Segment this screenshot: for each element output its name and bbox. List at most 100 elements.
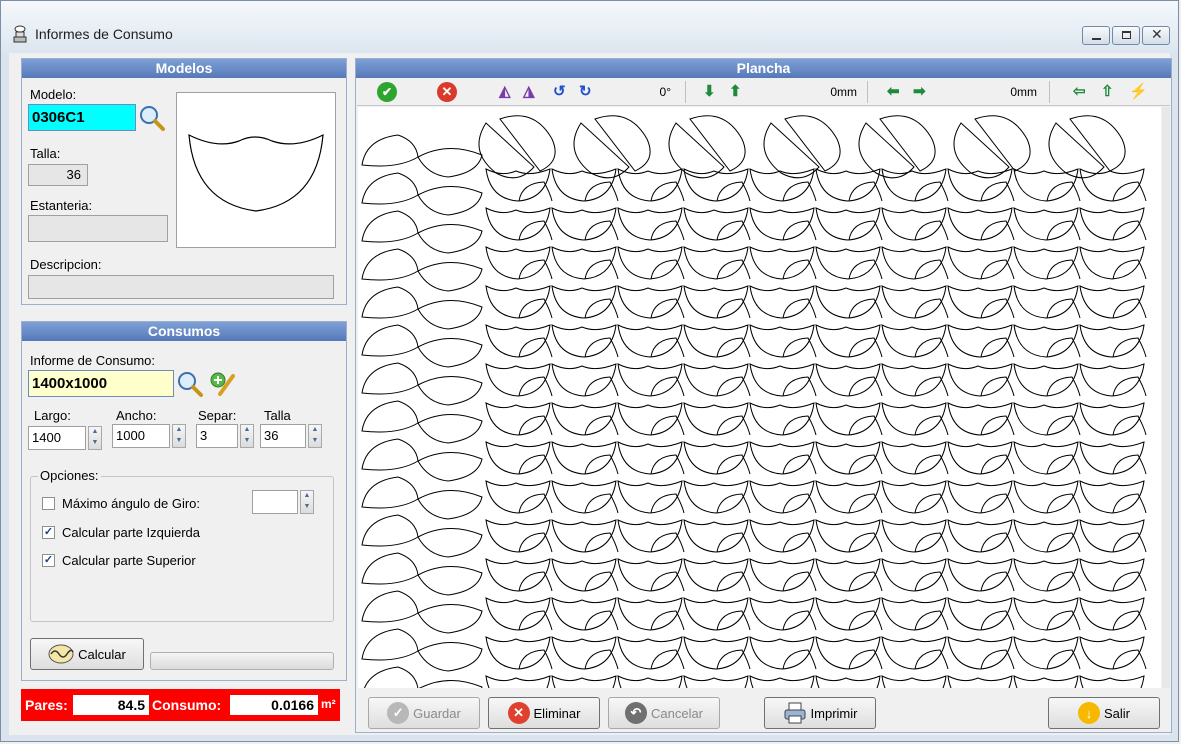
nest-piece xyxy=(914,415,949,436)
nest-piece xyxy=(881,636,947,670)
angle-input[interactable] xyxy=(252,490,298,514)
nest-piece xyxy=(815,675,881,688)
guardar-button[interactable]: ✓ Guardar xyxy=(368,697,480,729)
nest-piece xyxy=(551,558,617,592)
nesting-canvas[interactable] xyxy=(358,107,1161,688)
move-up-fast-icon[interactable]: ⇧ xyxy=(1101,82,1114,102)
nest-piece xyxy=(716,337,751,358)
spin-up-icon: ▲ xyxy=(311,426,319,433)
nest-piece xyxy=(1079,285,1145,319)
nest-piece xyxy=(417,641,483,672)
nest-piece xyxy=(1079,207,1145,241)
imprimir-button[interactable]: Imprimir xyxy=(764,697,876,729)
optimize-lightning-icon[interactable]: ⚡ xyxy=(1129,82,1148,102)
rotate-cw-icon[interactable]: ↻ xyxy=(579,82,592,102)
nest-piece xyxy=(418,679,483,688)
nest-piece xyxy=(815,207,881,241)
edit-add-icon[interactable] xyxy=(208,370,236,398)
nest-piece xyxy=(1079,597,1145,631)
calc-superior-checkbox[interactable]: ✓ xyxy=(42,554,55,567)
nest-piece xyxy=(551,519,617,553)
canvas-scrollbar[interactable] xyxy=(1162,107,1170,688)
talla-field: 36 xyxy=(28,164,88,186)
nest-piece xyxy=(716,220,751,241)
nest-piece xyxy=(650,259,685,280)
nest-piece xyxy=(763,122,820,179)
nest-piece xyxy=(551,363,617,397)
nest-piece xyxy=(716,610,751,631)
angle-spinner[interactable]: ▲ ▼ xyxy=(300,490,314,514)
nest-piece xyxy=(518,220,553,241)
move-left-fast-icon[interactable]: ⇦ xyxy=(1073,82,1086,102)
nest-piece xyxy=(848,220,883,241)
flip-horizontal-icon[interactable]: ◭ xyxy=(499,82,511,102)
nest-piece xyxy=(848,571,883,592)
eliminar-button[interactable]: ✕ Eliminar xyxy=(488,697,600,729)
nest-piece xyxy=(749,246,815,280)
nest-piece xyxy=(1046,454,1081,475)
calc-izquierda-checkbox[interactable]: ✓ xyxy=(42,526,55,539)
nest-piece xyxy=(1079,168,1145,202)
largo-spinner[interactable]: ▲ ▼ xyxy=(88,426,102,450)
search-icon[interactable] xyxy=(138,104,166,132)
talla-spinner[interactable]: ▲ ▼ xyxy=(308,424,322,448)
largo-input[interactable]: 1400 xyxy=(28,426,86,450)
nest-piece xyxy=(848,376,883,397)
informe-field[interactable]: 1400x1000 xyxy=(28,370,174,397)
calc-superior-label: Calcular parte Superior xyxy=(62,553,196,568)
nest-piece xyxy=(815,246,881,280)
rotate-ccw-icon[interactable]: ↺ xyxy=(553,82,566,102)
ancho-spinner[interactable]: ▲ ▼ xyxy=(172,424,186,448)
nest-piece xyxy=(417,299,483,330)
nest-piece xyxy=(584,181,619,202)
maximize-button[interactable] xyxy=(1112,26,1140,45)
nest-piece xyxy=(1079,363,1145,397)
nest-piece xyxy=(815,597,881,631)
nest-piece xyxy=(573,122,630,179)
window-controls: ✕ xyxy=(1082,26,1170,45)
nest-piece xyxy=(1112,493,1147,514)
nest-piece xyxy=(1013,480,1079,514)
ancho-label: Ancho: xyxy=(116,408,157,423)
window-title: Informes de Consumo xyxy=(35,26,173,42)
nest-piece xyxy=(980,532,1015,553)
nest-piece xyxy=(716,532,751,553)
flip-vertical-icon[interactable]: ◮ xyxy=(523,82,535,102)
ancho-input[interactable]: 1000 xyxy=(112,424,170,448)
nest-piece xyxy=(848,259,883,280)
talla-input[interactable]: 36 xyxy=(260,424,306,448)
max-angle-checkbox[interactable] xyxy=(42,497,55,510)
separ-input[interactable]: 3 xyxy=(196,424,238,448)
nest-piece xyxy=(782,220,817,241)
nest-piece xyxy=(650,337,685,358)
printer-icon xyxy=(784,702,806,724)
delete-icon[interactable]: ✕ xyxy=(437,82,457,102)
accept-icon[interactable]: ✔ xyxy=(377,82,397,102)
modelo-field[interactable]: 0306C1 xyxy=(28,104,136,131)
nest-piece xyxy=(848,532,883,553)
salir-button[interactable]: ↓ Salir xyxy=(1048,697,1160,729)
nest-piece xyxy=(650,571,685,592)
calcular-button[interactable]: Calcular xyxy=(30,638,144,670)
close-icon: ✕ xyxy=(1151,26,1163,42)
minimize-button[interactable] xyxy=(1082,26,1110,45)
nest-piece xyxy=(361,362,419,395)
nest-piece xyxy=(815,480,881,514)
move-right-icon[interactable]: ➡ xyxy=(913,82,926,102)
separ-label: Separ: xyxy=(198,408,237,423)
nest-piece xyxy=(485,597,551,631)
search-icon[interactable] xyxy=(176,370,204,398)
move-left-icon[interactable]: ⬅ xyxy=(887,82,900,102)
nest-piece xyxy=(980,181,1015,202)
move-up-icon[interactable]: ⬆ xyxy=(729,82,742,102)
nest-piece xyxy=(485,246,551,280)
nest-piece xyxy=(551,597,617,631)
cancelar-button[interactable]: ↶ Cancelar xyxy=(608,697,720,729)
close-button[interactable]: ✕ xyxy=(1142,26,1170,45)
spin-down-icon: ▼ xyxy=(91,439,99,446)
nest-piece xyxy=(1112,454,1147,475)
move-down-icon[interactable]: ⬇ xyxy=(703,82,716,102)
nest-piece xyxy=(716,259,751,280)
nest-piece xyxy=(914,259,949,280)
separ-spinner[interactable]: ▲ ▼ xyxy=(240,424,254,448)
